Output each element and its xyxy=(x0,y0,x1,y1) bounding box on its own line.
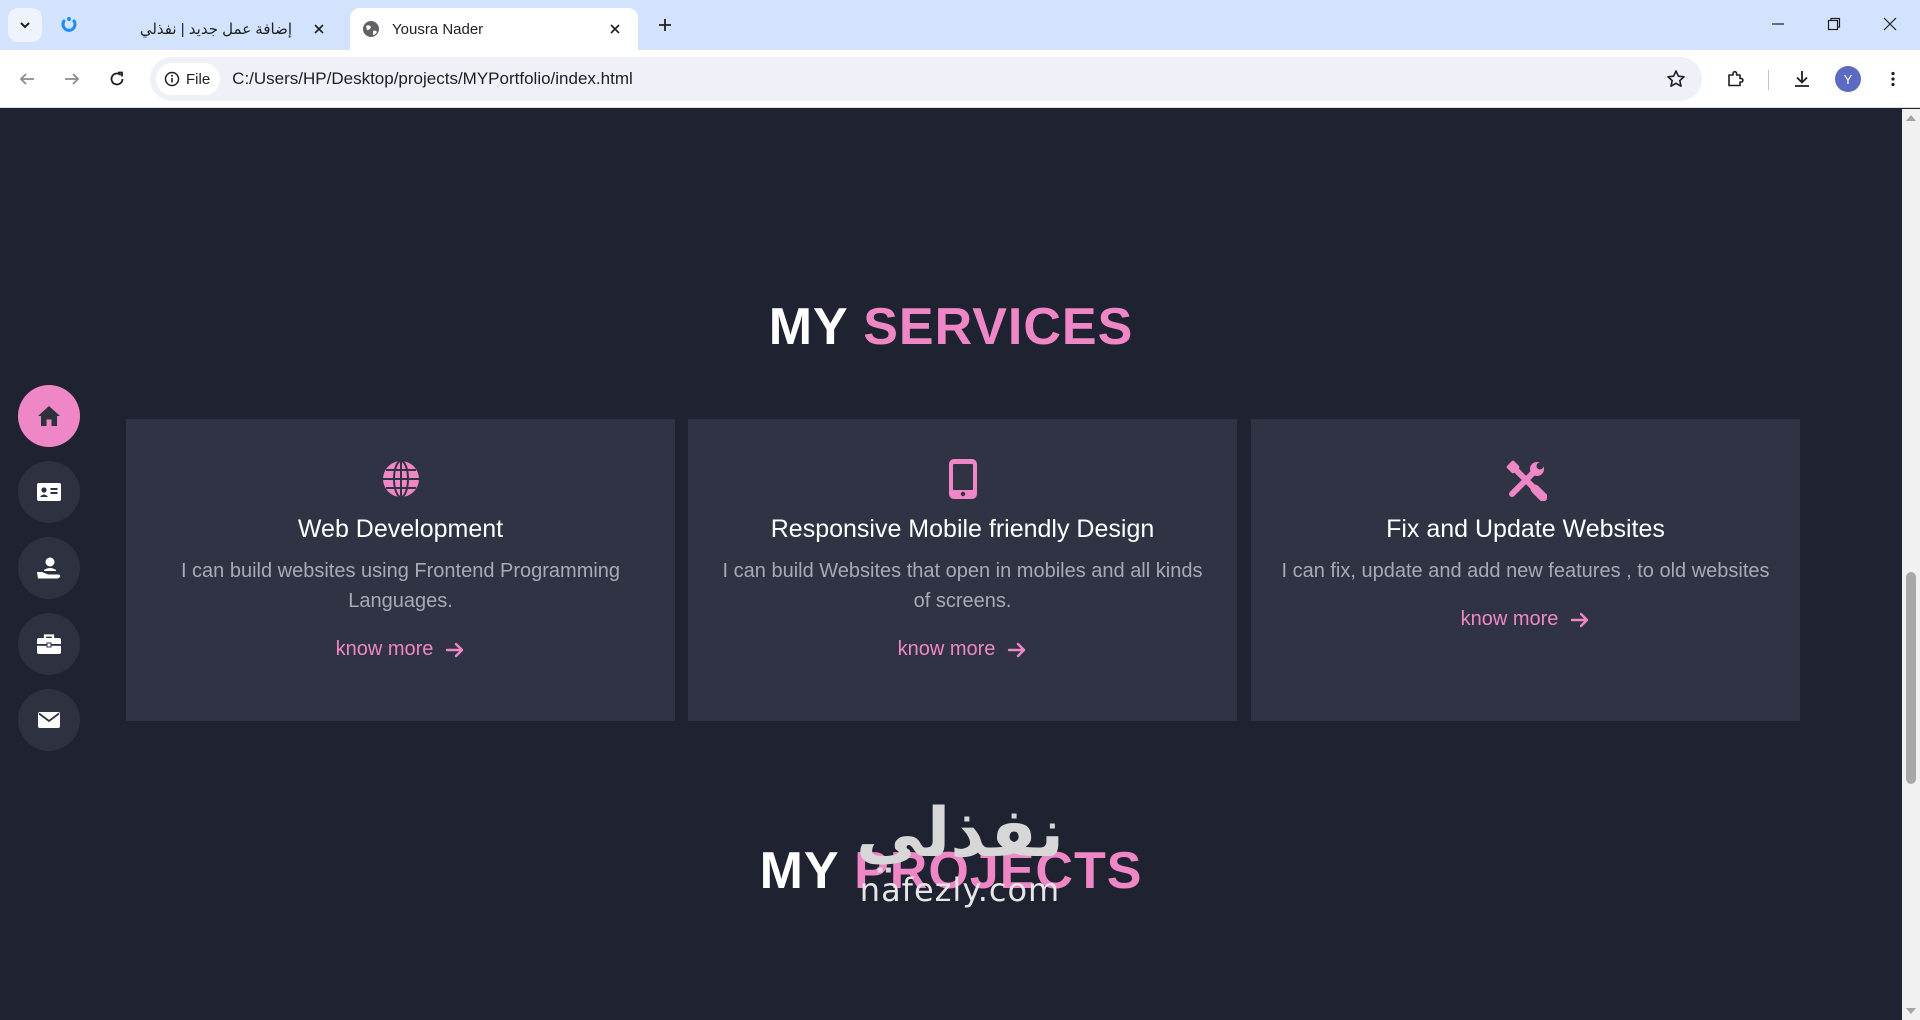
nafezly-watermark: نفذلي nafezly.com xyxy=(840,796,1080,911)
close-icon xyxy=(1883,17,1897,31)
nav-portfolio-button[interactable] xyxy=(18,613,80,675)
card-description: I can build Websites that open in mobile… xyxy=(722,560,1203,612)
minimize-button[interactable] xyxy=(1750,0,1806,48)
kebab-menu-icon xyxy=(1891,71,1895,87)
tab-yousra-nader[interactable]: Yousra Nader xyxy=(350,8,638,50)
tab-strip: إضافة عمل جديد | نفذلي Yousra Nader xyxy=(0,0,1920,50)
watermark-latin: nafezly.com xyxy=(859,871,1061,909)
forward-button[interactable] xyxy=(55,62,89,96)
star-icon xyxy=(1667,70,1685,87)
arrow-right-icon xyxy=(1571,612,1589,627)
id-card-icon xyxy=(37,483,61,501)
close-icon xyxy=(314,24,324,34)
scroll-up-arrow[interactable] xyxy=(1906,115,1916,121)
chevron-down-icon xyxy=(20,22,30,29)
bookmark-button[interactable] xyxy=(1658,61,1694,97)
pinned-tab-nafezly[interactable] xyxy=(54,10,84,40)
home-icon xyxy=(38,406,60,426)
menu-button[interactable] xyxy=(1876,62,1910,96)
arrow-left-icon xyxy=(19,73,34,85)
link-label: know more xyxy=(1460,608,1559,630)
side-nav xyxy=(18,385,80,765)
page-scrollbar[interactable] xyxy=(1902,109,1920,1020)
service-card-web-development: Web Development I can build websites usi… xyxy=(126,419,675,721)
download-icon xyxy=(1795,71,1809,87)
restore-button[interactable] xyxy=(1806,0,1862,48)
info-icon xyxy=(164,71,180,87)
card-title: Web Development xyxy=(297,515,504,543)
plus-icon xyxy=(659,19,671,31)
hand-user-icon xyxy=(37,557,61,579)
extensions-button[interactable] xyxy=(1718,62,1752,96)
tab-nafezly[interactable]: إضافة عمل جديد | نفذلي xyxy=(132,8,342,50)
site-info-chip[interactable]: File xyxy=(156,63,221,95)
envelope-icon xyxy=(38,712,60,728)
card-description: I can fix, update and add new features ,… xyxy=(1281,560,1770,582)
tab-close-button[interactable] xyxy=(602,16,628,42)
reload-icon xyxy=(110,71,124,86)
url-text[interactable]: C:/Users/HP/Desktop/projects/MYPortfolio… xyxy=(232,69,1658,89)
nav-about-button[interactable] xyxy=(18,461,80,523)
know-more-link[interactable]: know more xyxy=(336,638,466,661)
services-cards: Web Development I can build websites usi… xyxy=(126,419,1800,721)
know-more-link[interactable]: know more xyxy=(1461,608,1591,631)
card-description: I can build websites using Frontend Prog… xyxy=(180,560,621,612)
nav-contact-button[interactable] xyxy=(18,689,80,751)
scroll-down-arrow[interactable] xyxy=(1906,1008,1916,1014)
nafezly-favicon-icon xyxy=(61,17,77,32)
browser-toolbar: File C:/Users/HP/Desktop/projects/MYPort… xyxy=(0,50,1920,108)
minimize-icon xyxy=(1772,23,1784,25)
tools-icon xyxy=(1251,459,1800,503)
profile-avatar[interactable]: Y xyxy=(1835,66,1861,92)
link-label: know more xyxy=(897,638,996,660)
scheme-label: File xyxy=(186,70,211,88)
mobile-icon xyxy=(688,459,1237,503)
globe-icon xyxy=(126,459,675,503)
nav-services-button[interactable] xyxy=(18,537,80,599)
arrow-right-icon xyxy=(65,73,80,85)
back-button[interactable] xyxy=(10,62,44,96)
downloads-button[interactable] xyxy=(1785,62,1819,96)
briefcase-icon xyxy=(37,634,61,654)
address-bar[interactable]: File C:/Users/HP/Desktop/projects/MYPort… xyxy=(150,57,1702,101)
services-heading-accent: SERVICES xyxy=(863,298,1134,356)
tab-title: Yousra Nader xyxy=(392,20,484,38)
close-icon xyxy=(610,24,620,34)
watermark-arabic: نفذلي xyxy=(855,794,1065,873)
services-heading: MY SERVICES xyxy=(0,297,1902,357)
globe-favicon-icon xyxy=(362,20,380,38)
restore-icon xyxy=(1827,17,1841,31)
projects-heading-prefix: MY xyxy=(759,842,839,900)
know-more-link[interactable]: know more xyxy=(898,638,1028,661)
nav-home-button[interactable] xyxy=(18,385,80,447)
tab-search-button[interactable] xyxy=(8,8,42,42)
scroll-thumb[interactable] xyxy=(1906,572,1916,784)
reload-button[interactable] xyxy=(100,62,134,96)
new-tab-button[interactable] xyxy=(650,10,680,40)
close-window-button[interactable] xyxy=(1862,0,1918,48)
service-card-fix-update: Fix and Update Websites I can fix, updat… xyxy=(1251,419,1800,721)
puzzle-icon xyxy=(1728,70,1744,87)
tab-title: إضافة عمل جديد | نفذلي xyxy=(139,21,292,38)
tab-close-button[interactable] xyxy=(306,16,332,42)
arrow-right-icon xyxy=(446,642,464,657)
card-title: Fix and Update Websites xyxy=(1386,515,1665,543)
services-heading-prefix: MY xyxy=(768,298,848,356)
link-label: know more xyxy=(335,638,434,660)
card-title: Responsive Mobile friendly Design xyxy=(770,515,1155,543)
toolbar-divider xyxy=(1768,70,1769,90)
arrow-right-icon xyxy=(1008,642,1026,657)
service-card-responsive-design: Responsive Mobile friendly Design I can … xyxy=(688,419,1237,721)
